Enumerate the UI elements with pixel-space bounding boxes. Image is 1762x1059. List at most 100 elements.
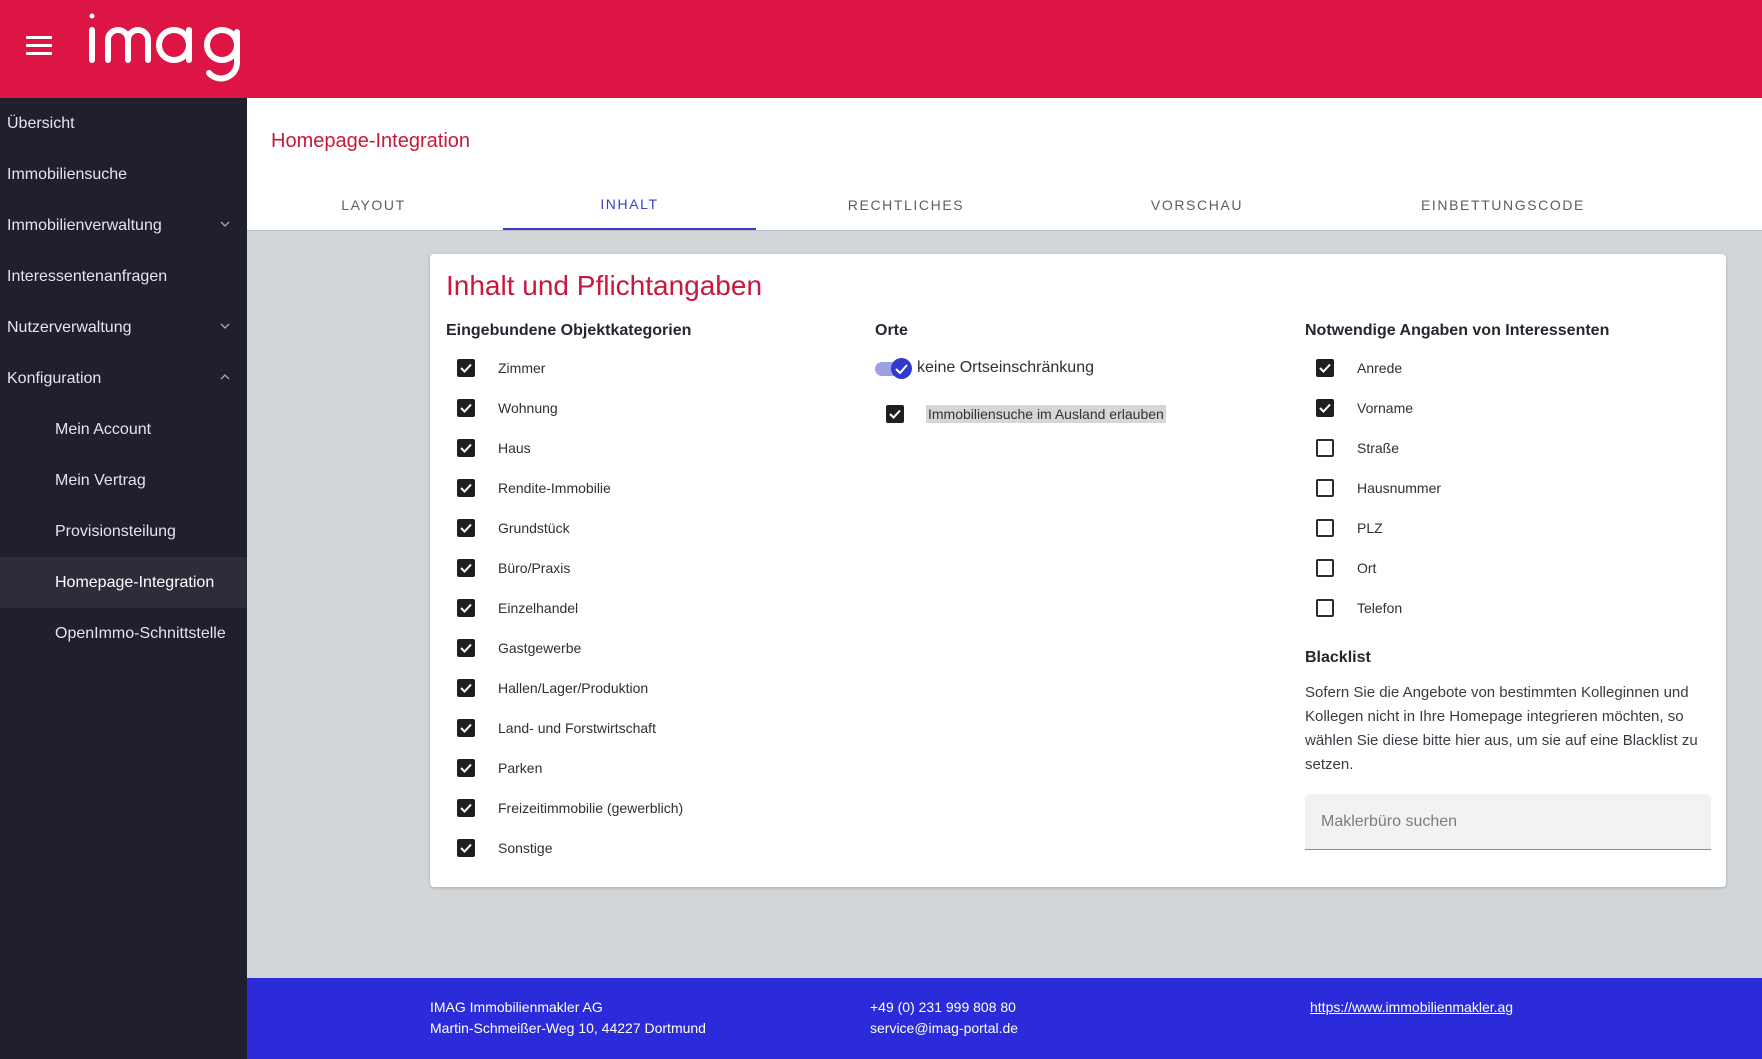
category-label: Zimmer: [498, 360, 546, 376]
category-checkbox-row[interactable]: Einzelhandel: [446, 588, 691, 628]
footer-phone[interactable]: +49 (0) 231 999 808 80: [870, 997, 1018, 1018]
category-checkbox[interactable]: [457, 639, 475, 657]
required-field-checkbox-row[interactable]: Vorname: [1305, 388, 1711, 428]
imag-logo[interactable]: [82, 8, 272, 88]
category-checkbox[interactable]: [457, 479, 475, 497]
category-checkbox[interactable]: [457, 679, 475, 697]
sidebar-item-label: Homepage-Integration: [55, 573, 215, 591]
tab-vorschau[interactable]: VORSCHAU: [1056, 180, 1338, 230]
category-checkbox-row[interactable]: Freizeitimmobilie (gewerblich): [446, 788, 691, 828]
required-field-label: Ort: [1357, 560, 1377, 576]
blacklist-title: Blacklist: [1305, 649, 1371, 666]
orte-toggle-switch[interactable]: [875, 358, 912, 379]
category-label: Hallen/Lager/Produktion: [498, 680, 649, 696]
footer-company-name: IMAG Immobilienmakler AG: [430, 999, 603, 1015]
orte-toggle-label: keine Ortseinschränkung: [917, 359, 1094, 376]
required-field-checkbox-row[interactable]: Anrede: [1305, 348, 1711, 388]
required-field-checkbox-row[interactable]: Telefon: [1305, 588, 1711, 628]
category-checkbox[interactable]: [457, 359, 475, 377]
check-icon: [460, 443, 472, 453]
category-label: Sonstige: [498, 840, 553, 856]
makler-search-input[interactable]: Maklerbüro suchen: [1305, 794, 1711, 850]
category-checkbox[interactable]: [457, 599, 475, 617]
sidebar-item-konfiguration[interactable]: Konfiguration: [0, 353, 247, 404]
sidebar-item-label: Mein Account: [55, 420, 152, 438]
check-icon: [460, 363, 472, 373]
category-checkbox-row[interactable]: Haus: [446, 428, 691, 468]
required-field-checkbox[interactable]: [1316, 519, 1334, 537]
category-checkbox-row[interactable]: Sonstige: [446, 828, 691, 868]
category-checkbox[interactable]: [457, 559, 475, 577]
menu-icon[interactable]: [24, 36, 56, 60]
sidebar-item-uebersicht[interactable]: Übersicht: [0, 98, 247, 149]
abroad-checkbox[interactable]: [886, 405, 904, 423]
orte-toggle-row[interactable]: keine Ortseinschränkung: [875, 348, 1166, 388]
sidebar-item-immobiliensuche[interactable]: Immobiliensuche: [0, 149, 247, 200]
category-checkbox[interactable]: [457, 839, 475, 857]
category-label: Land- und Forstwirtschaft: [498, 720, 656, 736]
required-field-checkbox[interactable]: [1316, 359, 1334, 377]
check-icon: [460, 483, 472, 493]
sidebar-item-nutzerverwaltung[interactable]: Nutzerverwaltung: [0, 302, 247, 353]
category-checkbox-row[interactable]: Land- und Forstwirtschaft: [446, 708, 691, 748]
orte-section: Orte keine Ortseinschränkung Immobiliens…: [875, 322, 1166, 434]
category-checkbox-row[interactable]: Grundstück: [446, 508, 691, 548]
category-checkbox[interactable]: [457, 439, 475, 457]
required-field-checkbox-row[interactable]: PLZ: [1305, 508, 1711, 548]
tab-rechtliches[interactable]: RECHTLICHES: [756, 180, 1056, 230]
check-icon: [460, 563, 472, 573]
orte-title: Orte: [875, 322, 908, 339]
top-app-bar: [0, 0, 1762, 98]
category-checkbox[interactable]: [457, 519, 475, 537]
sidebar-item-mein-account[interactable]: Mein Account: [0, 404, 247, 455]
check-icon: [460, 403, 472, 413]
page-title: Homepage-Integration: [271, 130, 471, 152]
categories-title: Eingebundene Objektkategorien: [446, 322, 692, 339]
categories-list: Zimmer Wohnung Haus Rendite-Immobilie Grunds…: [446, 348, 691, 868]
category-checkbox[interactable]: [457, 719, 475, 737]
required-field-checkbox-row[interactable]: Straße: [1305, 428, 1711, 468]
sidebar-item-provisionsteilung[interactable]: Provisionsteilung: [0, 506, 247, 557]
required-field-checkbox[interactable]: [1316, 559, 1334, 577]
tab-bar: LAYOUT INHALT RECHTLICHES VORSCHAU EINBE…: [247, 180, 1762, 230]
required-field-label: Anrede: [1357, 360, 1403, 376]
required-field-checkbox[interactable]: [1316, 479, 1334, 497]
sidebar-item-mein-vertrag[interactable]: Mein Vertrag: [0, 455, 247, 506]
tab-einbettungscode[interactable]: EINBETTUNGSCODE: [1338, 180, 1668, 230]
required-field-label: Straße: [1357, 440, 1400, 456]
footer-website-link[interactable]: https://www.immobilienmakler.ag: [1310, 999, 1513, 1015]
required-field-checkbox[interactable]: [1316, 439, 1334, 457]
category-label: Einzelhandel: [498, 600, 579, 616]
required-field-label: Vorname: [1357, 400, 1414, 416]
sidebar-item-homepage-integration[interactable]: Homepage-Integration: [0, 557, 247, 608]
required-field-checkbox-row[interactable]: Ort: [1305, 548, 1711, 588]
category-checkbox-row[interactable]: Wohnung: [446, 388, 691, 428]
blacklist-description: Sofern Sie die Angebote von bestimmten K…: [1305, 684, 1698, 773]
check-icon: [891, 358, 912, 379]
tab-inhalt[interactable]: INHALT: [503, 180, 756, 230]
category-checkbox-row[interactable]: Zimmer: [446, 348, 691, 388]
footer: IMAG Immobilienmakler AG Martin-Schmeiße…: [247, 978, 1762, 1059]
tab-layout[interactable]: LAYOUT: [247, 180, 500, 230]
category-checkbox[interactable]: [457, 399, 475, 417]
required-field-label: PLZ: [1357, 520, 1383, 536]
footer-email[interactable]: service@imag-portal.de: [870, 1018, 1018, 1039]
sidebar-item-immobilienverwaltung[interactable]: Immobilienverwaltung: [0, 200, 247, 251]
abroad-checkbox-row[interactable]: Immobiliensuche im Ausland erlauben: [875, 394, 1166, 434]
required-field-checkbox-row[interactable]: Hausnummer: [1305, 468, 1711, 508]
sidebar-item-interessentenanfragen[interactable]: Interessentenanfragen: [0, 251, 247, 302]
required-field-checkbox[interactable]: [1316, 599, 1334, 617]
category-checkbox-row[interactable]: Büro/Praxis: [446, 548, 691, 588]
sidebar-item-label: Konfiguration: [7, 369, 102, 387]
category-checkbox-row[interactable]: Hallen/Lager/Produktion: [446, 668, 691, 708]
sidebar-item-label: Interessentenanfragen: [7, 267, 168, 285]
category-checkbox[interactable]: [457, 799, 475, 817]
category-checkbox-row[interactable]: Parken: [446, 748, 691, 788]
category-checkbox-row[interactable]: Gastgewerbe: [446, 628, 691, 668]
sidebar-item-openimmo-schnittstelle[interactable]: OpenImmo-Schnittstelle: [0, 608, 247, 659]
required-field-checkbox[interactable]: [1316, 399, 1334, 417]
check-icon: [460, 643, 472, 653]
category-checkbox-row[interactable]: Rendite-Immobilie: [446, 468, 691, 508]
sidebar-item-label: Immobiliensuche: [7, 165, 128, 183]
category-checkbox[interactable]: [457, 759, 475, 777]
